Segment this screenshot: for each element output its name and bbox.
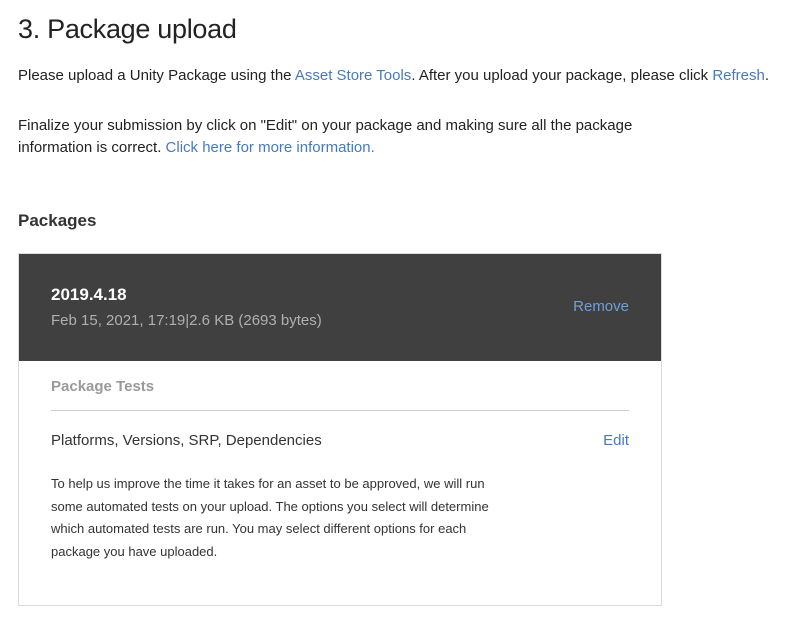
refresh-link[interactable]: Refresh	[712, 67, 765, 84]
packages-heading: Packages	[18, 211, 97, 230]
more-information-link[interactable]: Click here for more information.	[166, 139, 375, 156]
package-version: 2019.4.18	[51, 285, 127, 304]
package-card-header: 2019.4.18 Feb 15, 2021, 17:19|2.6 KB (26…	[19, 254, 661, 361]
edit-tests-link[interactable]: Edit	[603, 432, 629, 449]
page-title: 3. Package upload	[18, 14, 237, 44]
package-meta: Feb 15, 2021, 17:19|2.6 KB (2693 bytes)	[51, 312, 322, 329]
upload-instructions: Please upload a Unity Package using the …	[18, 65, 788, 87]
upload-instructions-end: .	[764, 67, 770, 84]
package-card: 2019.4.18 Feb 15, 2021, 17:19|2.6 KB (26…	[18, 253, 662, 606]
upload-instructions-text-2: . After you upload your package, please …	[411, 67, 713, 84]
upload-instructions-text: Please upload a Unity Package using the	[18, 67, 295, 84]
package-tests-description: To help us improve the time it takes for…	[51, 476, 489, 559]
remove-package-link[interactable]: Remove	[573, 298, 629, 315]
finalize-instructions: Finalize your submission by click on "Ed…	[18, 115, 658, 159]
asset-store-tools-link[interactable]: Asset Store Tools	[295, 67, 411, 84]
package-tests-divider	[51, 410, 629, 411]
tests-options-label: Platforms, Versions, SRP, Dependencies	[51, 432, 322, 449]
package-tests-heading: Package Tests	[51, 378, 155, 395]
package-upload-page: 3. Package upload Please upload a Unity …	[0, 0, 800, 630]
